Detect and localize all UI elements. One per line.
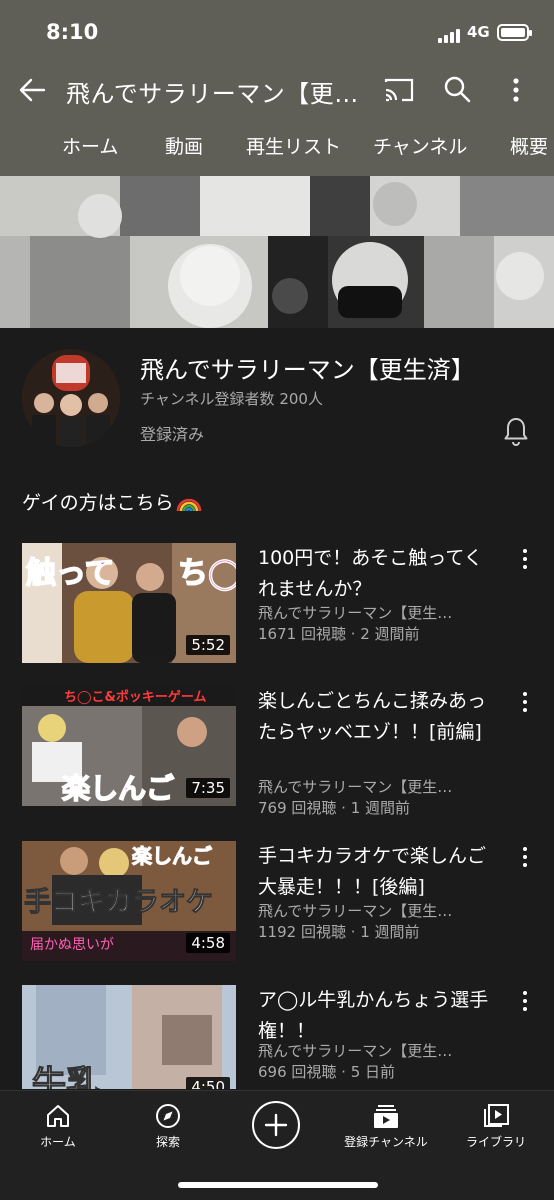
more-vertical-icon[interactable] [506,76,526,104]
thumb-text: 届かぬ思いが [30,937,114,953]
video-stats: 769 回視聴 · 1 週間前 [258,799,411,817]
section-title-text: ゲイの方はこちら [22,492,174,514]
video-title[interactable]: 楽しんごとちんこ揉みあったらヤッベエゾ！！[前編] [258,686,498,748]
video-stats: 696 回視聴 · 5 日前 [258,1063,396,1081]
video-stats: 1192 回視聴 · 1 週間前 [258,923,420,941]
video-duration: 4:50 [186,1077,230,1089]
channel-name: 飛んでサラリーマン【更生済】 [140,356,475,384]
banner-faces [78,182,544,328]
status-bar: 8:10 4G [0,0,554,62]
nav-home-label: ホーム [40,1135,76,1149]
thumb-text: 楽しんご [62,772,174,805]
video-title[interactable]: 手コキカラオケで楽しんご大暴走！！！[後編] [258,841,498,903]
tab-videos[interactable]: 動画 [165,132,203,159]
more-vertical-icon[interactable] [518,690,532,714]
plus-icon [264,1113,288,1137]
thumb-text: 牛乳 [32,1064,100,1089]
rainbow-icon [176,498,201,511]
tab-home[interactable]: ホーム [62,132,118,159]
signal-icon [438,27,464,43]
video-item[interactable]: 楽しんご 手コキカラオケ 届かぬ思いが 4:58 手コキカラオケで楽しんご大暴走… [0,841,554,981]
video-channel: 飛んでサラリーマン【更生… [258,778,453,796]
video-item[interactable]: 牛乳 4:50 ア◯ル牛乳かんちょう選手権！！ 飛んでサラリーマン【更生… 69… [0,985,554,1089]
more-vertical-icon[interactable] [518,989,532,1013]
video-item[interactable]: 触って ち◯ 5:52 100円で！あそこ触ってくれませんか？ 飛んでサラリーマ… [0,543,554,683]
thumb-text: ち◯こ&ポッキーゲーム [64,689,207,705]
video-stats: 1671 回視聴 · 2 週間前 [258,625,420,643]
section-title: ゲイの方はこちら [22,488,202,515]
video-thumbnail[interactable]: 楽しんご 手コキカラオケ 届かぬ思いが 4:58 [22,841,236,961]
nav-explore[interactable]: 探索 [128,1091,208,1161]
video-duration: 5:52 [186,635,230,655]
video-thumbnail[interactable]: 触って ち◯ 5:52 [22,543,236,663]
channel-banner [0,176,554,328]
more-vertical-icon[interactable] [518,845,532,869]
page-title: 飛んでサラリーマン【更… [66,80,359,108]
search-icon[interactable] [442,74,472,104]
video-title[interactable]: ア◯ル牛乳かんちょう選手権！！ [258,985,498,1047]
channel-tabs: ホーム 動画 再生リスト チャンネル 概要 [0,118,554,176]
bell-icon[interactable] [503,416,529,446]
video-title[interactable]: 100円で！あそこ触ってくれませんか？ [258,543,498,605]
thumb-text: ち◯ [178,556,236,591]
home-indicator [178,1182,378,1188]
thumb-text: 手コキカラオケ [24,887,213,918]
video-duration: 7:35 [186,778,230,798]
nav-subscriptions-label: 登録チャンネル [344,1135,428,1149]
tab-playlists[interactable]: 再生リスト [246,132,341,159]
channel-avatar[interactable] [22,349,120,447]
video-channel: 飛んでサラリーマン【更生… [258,604,453,622]
nav-subscriptions[interactable]: 登録チャンネル [336,1091,436,1161]
explore-icon [156,1104,180,1128]
video-thumbnail[interactable]: 牛乳 4:50 [22,985,236,1089]
status-time: 8:10 [46,20,99,44]
battery-icon [497,24,532,41]
create-button[interactable] [252,1101,300,1149]
video-thumbnail[interactable]: ち◯こ&ポッキーゲーム 楽しんご 7:35 [22,686,236,806]
thumb-text: 触って [26,556,115,591]
tab-about[interactable]: 概要 [510,132,548,159]
video-item[interactable]: ち◯こ&ポッキーゲーム 楽しんご 7:35 楽しんごとちんこ揉みあったらヤッベエ… [0,686,554,826]
library-icon [484,1104,509,1127]
thumb-text: 楽しんご [132,844,212,868]
subscriber-count: チャンネル登録者数 200人 [140,390,323,408]
network-type: 4G [467,23,490,41]
app-bar: 飛んでサラリーマン【更… [0,62,554,118]
video-channel: 飛んでサラリーマン【更生… [258,1042,453,1060]
subscribed-button[interactable]: 登録済み [140,421,204,445]
back-arrow-icon[interactable] [16,74,48,106]
nav-library-label: ライブラリ [465,1135,526,1149]
nav-library[interactable]: ライブラリ [456,1091,536,1161]
video-channel: 飛んでサラリーマン【更生… [258,902,453,920]
home-icon [47,1105,69,1127]
nav-home[interactable]: ホーム [18,1091,98,1161]
cast-icon[interactable] [383,76,415,104]
more-vertical-icon[interactable] [518,547,532,571]
channel-header: 8:10 4G 飛んでサラリーマン【更… ホーム 動画 再生リスト チャンネル … [0,0,554,176]
video-duration: 4:58 [186,933,230,953]
subscriptions-icon [374,1105,398,1128]
nav-explore-label: 探索 [155,1135,180,1149]
tab-channels[interactable]: チャンネル [373,132,467,159]
